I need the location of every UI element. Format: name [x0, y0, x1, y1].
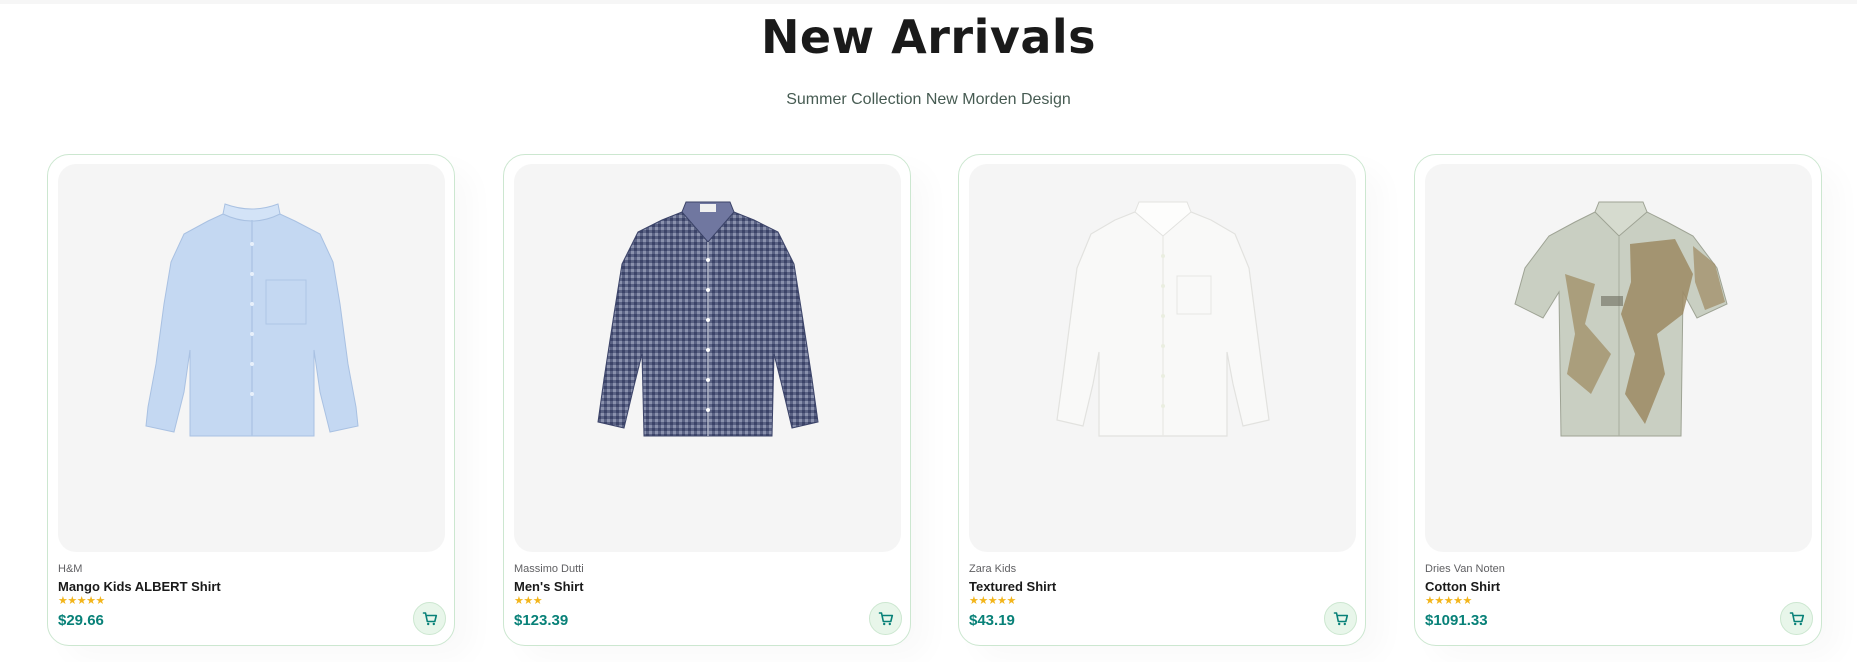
- add-to-cart-button[interactable]: [869, 602, 902, 635]
- star-rating: ★★★★★: [969, 595, 1016, 607]
- top-divider: [0, 0, 1857, 4]
- product-name[interactable]: Cotton Shirt: [1425, 579, 1500, 594]
- product-card[interactable]: Zara Kids Textured Shirt ★★★★★ $43.19: [958, 154, 1366, 646]
- cart-icon: [422, 611, 437, 625]
- navy-gingham-shirt-image: [597, 201, 819, 437]
- add-to-cart-button[interactable]: [1780, 602, 1813, 635]
- product-brand: H&M: [58, 563, 83, 575]
- product-image[interactable]: [1425, 164, 1812, 552]
- product-brand: Massimo Dutti: [514, 563, 584, 575]
- product-card[interactable]: H&M Mango Kids ALBERT Shirt ★★★★★ $29.66: [47, 154, 455, 646]
- product-name[interactable]: Textured Shirt: [969, 579, 1056, 594]
- product-brand: Zara Kids: [969, 563, 1017, 575]
- white-shirt-image: [1056, 201, 1270, 437]
- product-price: $43.19: [969, 612, 1015, 629]
- add-to-cart-button[interactable]: [1324, 602, 1357, 635]
- light-blue-shirt-image: [145, 203, 359, 437]
- star-rating: ★★★★★: [58, 595, 105, 607]
- product-brand: Dries Van Noten: [1425, 563, 1505, 575]
- product-price: $123.39: [514, 612, 569, 629]
- product-image[interactable]: [514, 164, 901, 552]
- section-title: New Arrivals: [760, 10, 1097, 64]
- add-to-cart-button[interactable]: [413, 602, 446, 635]
- star-rating: ★★★★★: [1425, 595, 1472, 607]
- cart-icon: [1333, 611, 1348, 625]
- product-image[interactable]: [969, 164, 1356, 552]
- star-rating: ★★★: [514, 595, 543, 607]
- product-price: $1091.33: [1425, 612, 1488, 629]
- product-name[interactable]: Men's Shirt: [514, 579, 584, 594]
- product-grid: H&M Mango Kids ALBERT Shirt ★★★★★ $29.66: [47, 154, 1823, 646]
- cart-icon: [878, 611, 893, 625]
- printed-short-sleeve-shirt-image: [1514, 201, 1728, 437]
- product-price: $29.66: [58, 612, 104, 629]
- product-card[interactable]: Dries Van Noten Cotton Shirt ★★★★★ $1091…: [1414, 154, 1822, 646]
- product-image[interactable]: [58, 164, 445, 552]
- section-subtitle: Summer Collection New Morden Design: [786, 91, 1071, 108]
- cart-icon: [1789, 611, 1804, 625]
- product-name[interactable]: Mango Kids ALBERT Shirt: [58, 579, 221, 594]
- product-card[interactable]: Massimo Dutti Men's Shirt ★★★ $123.39: [503, 154, 911, 646]
